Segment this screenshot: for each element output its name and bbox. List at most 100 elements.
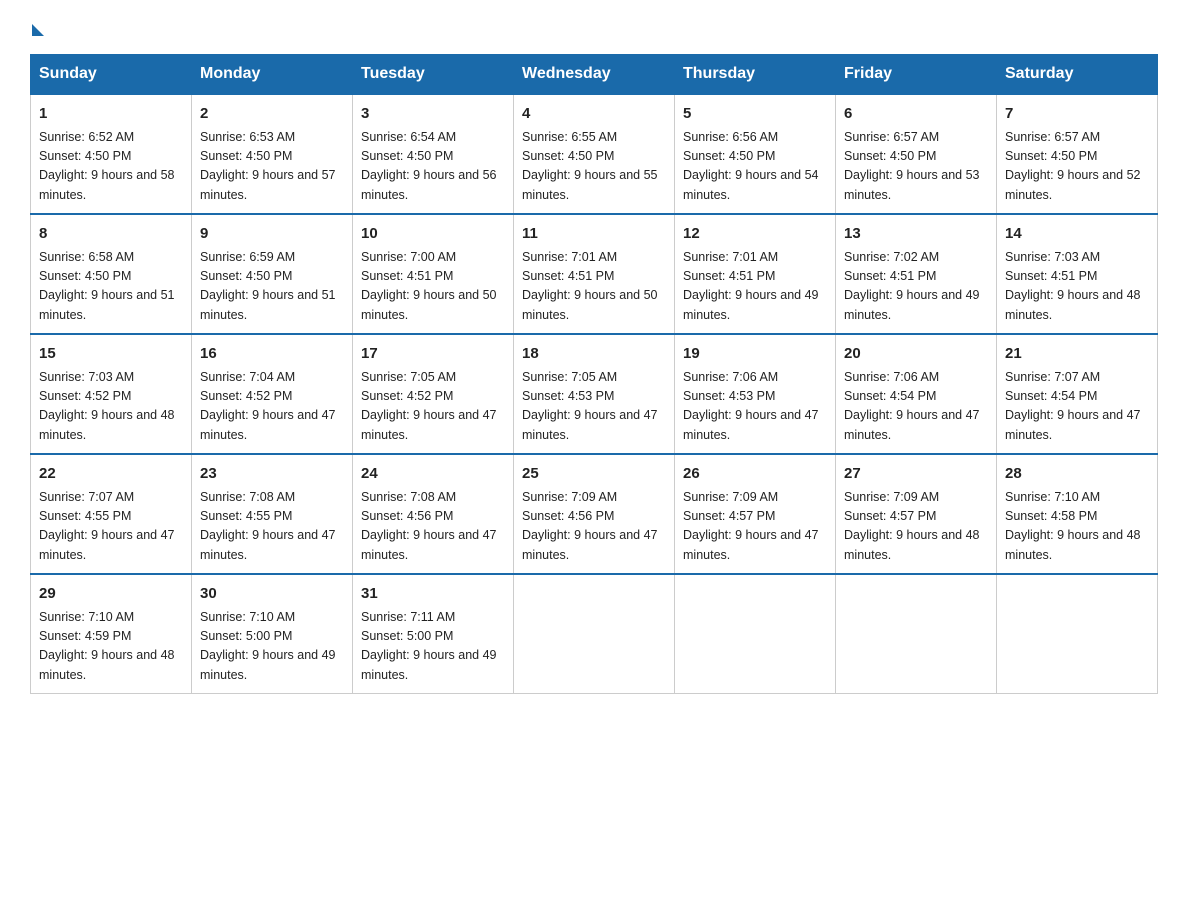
day-info: Sunrise: 6:59 AMSunset: 4:50 PMDaylight:…	[200, 250, 336, 322]
calendar-day-cell: 2 Sunrise: 6:53 AMSunset: 4:50 PMDaylight…	[192, 94, 353, 214]
day-info: Sunrise: 7:10 AMSunset: 4:58 PMDaylight:…	[1005, 490, 1141, 562]
page-header	[30, 20, 1158, 34]
day-info: Sunrise: 6:57 AMSunset: 4:50 PMDaylight:…	[844, 130, 980, 202]
day-number: 16	[200, 343, 344, 366]
day-number: 23	[200, 463, 344, 486]
header-sunday: Sunday	[31, 55, 192, 95]
day-number: 8	[39, 223, 183, 246]
calendar-day-cell: 20 Sunrise: 7:06 AMSunset: 4:54 PMDayligh…	[836, 334, 997, 454]
day-info: Sunrise: 7:06 AMSunset: 4:53 PMDaylight:…	[683, 370, 819, 442]
day-number: 20	[844, 343, 988, 366]
day-info: Sunrise: 6:53 AMSunset: 4:50 PMDaylight:…	[200, 130, 336, 202]
calendar-day-cell: 25 Sunrise: 7:09 AMSunset: 4:56 PMDayligh…	[514, 454, 675, 574]
day-number: 3	[361, 103, 505, 126]
calendar-day-cell: 4Sunrise: 6:55 AMSunset: 4:50 PMDaylight…	[514, 94, 675, 214]
day-number: 24	[361, 463, 505, 486]
calendar-day-cell	[997, 574, 1158, 694]
day-number: 17	[361, 343, 505, 366]
header-tuesday: Tuesday	[353, 55, 514, 95]
day-info: Sunrise: 6:58 AMSunset: 4:50 PMDaylight:…	[39, 250, 175, 322]
calendar-day-cell: 15 Sunrise: 7:03 AMSunset: 4:52 PMDayligh…	[31, 334, 192, 454]
header-saturday: Saturday	[997, 55, 1158, 95]
calendar-week-row: 1 Sunrise: 6:52 AMSunset: 4:50 PMDaylight…	[31, 94, 1158, 214]
day-number: 10	[361, 223, 505, 246]
day-number: 30	[200, 583, 344, 606]
calendar-day-cell: 31 Sunrise: 7:11 AMSunset: 5:00 PMDayligh…	[353, 574, 514, 694]
day-number: 12	[683, 223, 827, 246]
day-info: Sunrise: 6:56 AMSunset: 4:50 PMDaylight:…	[683, 130, 819, 202]
day-number: 1	[39, 103, 183, 126]
calendar-day-cell: 10 Sunrise: 7:00 AMSunset: 4:51 PMDayligh…	[353, 214, 514, 334]
day-number: 2	[200, 103, 344, 126]
day-info: Sunrise: 7:06 AMSunset: 4:54 PMDaylight:…	[844, 370, 980, 442]
day-info: Sunrise: 6:57 AMSunset: 4:50 PMDaylight:…	[1005, 130, 1141, 202]
day-info: Sunrise: 7:03 AMSunset: 4:52 PMDaylight:…	[39, 370, 175, 442]
calendar-day-cell: 12 Sunrise: 7:01 AMSunset: 4:51 PMDayligh…	[675, 214, 836, 334]
day-info: Sunrise: 7:09 AMSunset: 4:57 PMDaylight:…	[683, 490, 819, 562]
calendar-header-row: SundayMondayTuesdayWednesdayThursdayFrid…	[31, 55, 1158, 95]
day-info: Sunrise: 7:03 AMSunset: 4:51 PMDaylight:…	[1005, 250, 1141, 322]
header-monday: Monday	[192, 55, 353, 95]
logo	[30, 20, 44, 34]
day-info: Sunrise: 6:52 AMSunset: 4:50 PMDaylight:…	[39, 130, 175, 202]
calendar-day-cell: 6 Sunrise: 6:57 AMSunset: 4:50 PMDaylight…	[836, 94, 997, 214]
calendar-day-cell: 19 Sunrise: 7:06 AMSunset: 4:53 PMDayligh…	[675, 334, 836, 454]
day-info: Sunrise: 7:07 AMSunset: 4:54 PMDaylight:…	[1005, 370, 1141, 442]
day-info: Sunrise: 7:07 AMSunset: 4:55 PMDaylight:…	[39, 490, 175, 562]
calendar-day-cell: 26 Sunrise: 7:09 AMSunset: 4:57 PMDayligh…	[675, 454, 836, 574]
calendar-day-cell: 17Sunrise: 7:05 AMSunset: 4:52 PMDayligh…	[353, 334, 514, 454]
day-number: 15	[39, 343, 183, 366]
calendar-week-row: 22Sunrise: 7:07 AMSunset: 4:55 PMDayligh…	[31, 454, 1158, 574]
header-friday: Friday	[836, 55, 997, 95]
header-thursday: Thursday	[675, 55, 836, 95]
day-info: Sunrise: 7:09 AMSunset: 4:56 PMDaylight:…	[522, 490, 658, 562]
day-number: 14	[1005, 223, 1149, 246]
calendar-day-cell: 21Sunrise: 7:07 AMSunset: 4:54 PMDayligh…	[997, 334, 1158, 454]
calendar-day-cell	[836, 574, 997, 694]
day-number: 29	[39, 583, 183, 606]
calendar-day-cell: 14 Sunrise: 7:03 AMSunset: 4:51 PMDayligh…	[997, 214, 1158, 334]
calendar-day-cell: 16 Sunrise: 7:04 AMSunset: 4:52 PMDayligh…	[192, 334, 353, 454]
calendar-day-cell: 7 Sunrise: 6:57 AMSunset: 4:50 PMDaylight…	[997, 94, 1158, 214]
calendar-day-cell: 18Sunrise: 7:05 AMSunset: 4:53 PMDayligh…	[514, 334, 675, 454]
day-info: Sunrise: 7:09 AMSunset: 4:57 PMDaylight:…	[844, 490, 980, 562]
calendar-week-row: 29 Sunrise: 7:10 AMSunset: 4:59 PMDayligh…	[31, 574, 1158, 694]
calendar-day-cell	[514, 574, 675, 694]
day-number: 26	[683, 463, 827, 486]
day-info: Sunrise: 7:08 AMSunset: 4:55 PMDaylight:…	[200, 490, 336, 562]
day-number: 31	[361, 583, 505, 606]
calendar-day-cell: 28Sunrise: 7:10 AMSunset: 4:58 PMDayligh…	[997, 454, 1158, 574]
calendar-day-cell: 3 Sunrise: 6:54 AMSunset: 4:50 PMDaylight…	[353, 94, 514, 214]
day-info: Sunrise: 6:54 AMSunset: 4:50 PMDaylight:…	[361, 130, 497, 202]
day-number: 7	[1005, 103, 1149, 126]
day-number: 5	[683, 103, 827, 126]
day-info: Sunrise: 7:05 AMSunset: 4:53 PMDaylight:…	[522, 370, 658, 442]
day-number: 13	[844, 223, 988, 246]
calendar-day-cell: 30Sunrise: 7:10 AMSunset: 5:00 PMDayligh…	[192, 574, 353, 694]
day-info: Sunrise: 7:10 AMSunset: 4:59 PMDaylight:…	[39, 610, 175, 682]
day-number: 11	[522, 223, 666, 246]
day-number: 4	[522, 103, 666, 126]
day-info: Sunrise: 7:00 AMSunset: 4:51 PMDaylight:…	[361, 250, 497, 322]
calendar-day-cell: 1 Sunrise: 6:52 AMSunset: 4:50 PMDaylight…	[31, 94, 192, 214]
day-number: 25	[522, 463, 666, 486]
day-number: 6	[844, 103, 988, 126]
day-number: 19	[683, 343, 827, 366]
day-info: Sunrise: 7:04 AMSunset: 4:52 PMDaylight:…	[200, 370, 336, 442]
calendar-day-cell: 22Sunrise: 7:07 AMSunset: 4:55 PMDayligh…	[31, 454, 192, 574]
header-wednesday: Wednesday	[514, 55, 675, 95]
day-info: Sunrise: 7:02 AMSunset: 4:51 PMDaylight:…	[844, 250, 980, 322]
calendar-day-cell: 29 Sunrise: 7:10 AMSunset: 4:59 PMDayligh…	[31, 574, 192, 694]
day-info: Sunrise: 7:01 AMSunset: 4:51 PMDaylight:…	[683, 250, 819, 322]
calendar-day-cell: 11Sunrise: 7:01 AMSunset: 4:51 PMDayligh…	[514, 214, 675, 334]
day-info: Sunrise: 7:08 AMSunset: 4:56 PMDaylight:…	[361, 490, 497, 562]
day-number: 9	[200, 223, 344, 246]
day-info: Sunrise: 7:11 AMSunset: 5:00 PMDaylight:…	[361, 610, 497, 682]
calendar-day-cell: 27Sunrise: 7:09 AMSunset: 4:57 PMDayligh…	[836, 454, 997, 574]
calendar-day-cell: 23 Sunrise: 7:08 AMSunset: 4:55 PMDayligh…	[192, 454, 353, 574]
calendar-day-cell: 5 Sunrise: 6:56 AMSunset: 4:50 PMDaylight…	[675, 94, 836, 214]
logo-arrow-icon	[32, 24, 44, 36]
calendar-week-row: 8 Sunrise: 6:58 AMSunset: 4:50 PMDaylight…	[31, 214, 1158, 334]
calendar-day-cell: 13 Sunrise: 7:02 AMSunset: 4:51 PMDayligh…	[836, 214, 997, 334]
calendar-day-cell: 9 Sunrise: 6:59 AMSunset: 4:50 PMDaylight…	[192, 214, 353, 334]
